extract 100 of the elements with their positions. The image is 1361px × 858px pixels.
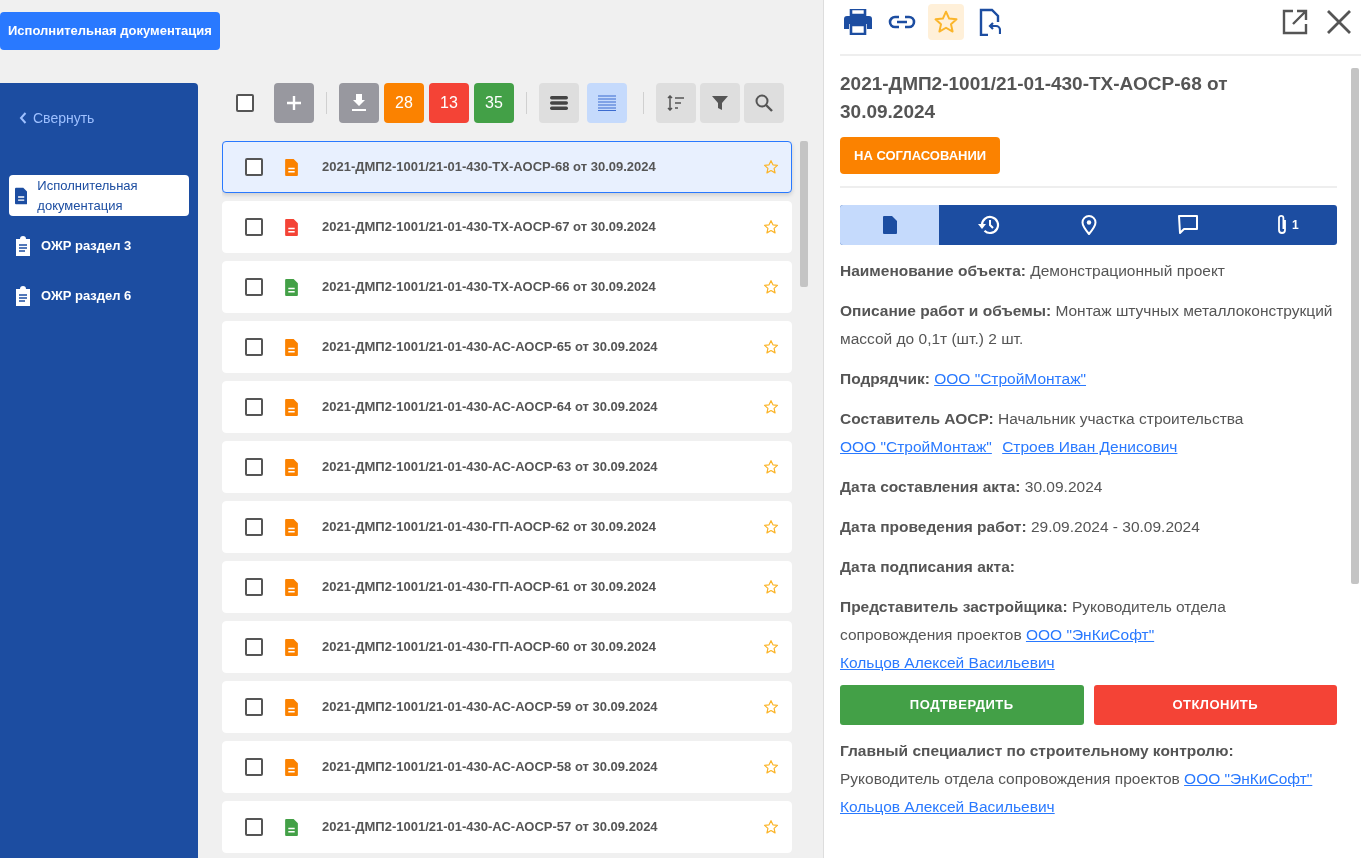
- document-row[interactable]: 2021-ДМП2-1001/21-01-430-ТХ-АОСР-66 от 30.09.2024: [222, 261, 792, 313]
- document-title: 2021-ДМП2-1001/21-01-430-ГП-АОСР-61 от 30.09.2024: [322, 578, 657, 597]
- view-button[interactable]: [539, 83, 579, 123]
- checkbox[interactable]: [245, 578, 263, 596]
- detail-link[interactable]: Строев Иван Денисович: [1002, 438, 1178, 455]
- scrollbar[interactable]: [800, 141, 808, 287]
- paperclip-icon: [1276, 214, 1288, 236]
- download-button[interactable]: [339, 83, 379, 123]
- tab[interactable]: [840, 205, 940, 245]
- checkbox[interactable]: [245, 458, 263, 476]
- document-row[interactable]: 2021-ДМП2-1001/21-01-430-ТХ-АОСР-68 от 30.09.2024: [222, 141, 792, 193]
- star-icon[interactable]: [763, 639, 779, 655]
- document-title: 2021-ДМП2-1001/21-01-430-АС-АОСР-64 от 30.09.2024: [322, 398, 659, 417]
- search-button[interactable]: [744, 83, 784, 123]
- sidebar-item[interactable]: ОЖР раздел 3: [9, 226, 189, 266]
- star-icon[interactable]: [763, 519, 779, 535]
- document-row[interactable]: 2021-ДМП2-1001/21-01-430-ГП-АОСР-62 от 30.09.2024: [222, 501, 792, 553]
- chevron-left-icon: [19, 112, 27, 124]
- checkbox[interactable]: [245, 398, 263, 416]
- checkbox[interactable]: [245, 278, 263, 296]
- reject-button[interactable]: ОТКЛОНИТЬ: [1093, 685, 1337, 725]
- comment-icon: [1177, 215, 1198, 235]
- document-title: 2021-ДМП2-1001/21-01-430-АС-АОСР-57 от 30.09.2024: [322, 818, 659, 837]
- open-external-icon: [1282, 9, 1308, 35]
- list-icon: [598, 95, 616, 111]
- plus-icon: [286, 95, 302, 111]
- document-heading: 2021-ДМП2-1001/21-01-430-ТХ-АОСР-68 от 30.09.2024: [840, 72, 1229, 124]
- sidebar-item[interactable]: ОЖР раздел 6: [9, 276, 189, 316]
- detail-field: Главный специалист по строительному контролю: Руководитель отдела сопровождения проектов ООО "ЭнКиСофт" Кольцов Алексей Васильевич: [840, 737, 1337, 821]
- star-icon[interactable]: [763, 699, 779, 715]
- rows-icon: [550, 96, 568, 110]
- checkbox[interactable]: [245, 758, 263, 776]
- collapse-link[interactable]: Свернуть: [19, 107, 95, 129]
- tab[interactable]: 1: [1237, 205, 1337, 245]
- detail-field: Составитель АОСР: Начальник участка строительства ООО "СтройМонтаж" Строев Иван Денисович: [840, 405, 1337, 461]
- detail-link[interactable]: ООО "СтройМонтаж": [840, 438, 992, 455]
- star-icon: [933, 9, 959, 35]
- star-icon[interactable]: [763, 219, 779, 235]
- detail-field: Подрядчик: ООО "СтройМонтаж": [840, 365, 1337, 393]
- printer-icon: [844, 9, 872, 35]
- document-row[interactable]: 2021-ДМП2-1001/21-01-430-ГП-АОСР-61 от 30.09.2024: [222, 561, 792, 613]
- scrollbar[interactable]: [1351, 68, 1359, 584]
- checkbox[interactable]: [245, 158, 263, 176]
- add-button[interactable]: [274, 83, 314, 123]
- document-arrow-icon: [979, 8, 1001, 36]
- document-row[interactable]: 2021-ДМП2-1001/21-01-430-АС-АОСР-65 от 30.09.2024: [222, 321, 792, 373]
- document-row[interactable]: 2021-ДМП2-1001/21-01-430-АС-АОСР-64 от 30.09.2024: [222, 381, 792, 433]
- select-all-checkbox[interactable]: [236, 94, 254, 112]
- detail-link[interactable]: ООО "СтройМонтаж": [934, 370, 1086, 387]
- checkbox[interactable]: [245, 518, 263, 536]
- star-icon[interactable]: [763, 459, 779, 475]
- star-icon[interactable]: [763, 339, 779, 355]
- status-badge: НА СОГЛАСОВАНИИ: [840, 137, 1001, 174]
- checkbox[interactable]: [245, 338, 263, 356]
- checkbox[interactable]: [245, 638, 263, 656]
- detail-link[interactable]: Кольцов Алексей Васильевич: [840, 798, 1055, 815]
- checkbox[interactable]: [245, 218, 263, 236]
- document-row[interactable]: 2021-ДМП2-1001/21-01-430-ТХ-АОСР-67 от 30.09.2024: [222, 201, 792, 253]
- sort-icon: [667, 95, 685, 111]
- filter-icon: [712, 95, 728, 111]
- counter-button[interactable]: 13: [429, 83, 469, 123]
- document-row[interactable]: 2021-ДМП2-1001/21-01-430-АС-АОСР-63 от 30.09.2024: [222, 441, 792, 493]
- document-title: 2021-ДМП2-1001/21-01-430-ТХ-АОСР-66 от 30.09.2024: [322, 278, 657, 297]
- star-icon[interactable]: [763, 399, 779, 415]
- detail-link[interactable]: Кольцов Алексей Васильевич: [840, 654, 1055, 671]
- star-icon[interactable]: [763, 819, 779, 835]
- download-icon: [351, 94, 367, 112]
- checkbox[interactable]: [245, 698, 263, 716]
- star-icon[interactable]: [763, 279, 779, 295]
- sort-button[interactable]: [656, 83, 696, 123]
- detail-link[interactable]: ООО "ЭнКиСофт": [1025, 626, 1155, 643]
- detail-field: Дата проведения работ: 29.09.2024 - 30.09.2024: [840, 513, 1337, 541]
- document-row[interactable]: 2021-ДМП2-1001/21-01-430-АС-АОСР-59 от 30.09.2024: [222, 681, 792, 733]
- document-title: 2021-ДМП2-1001/21-01-430-АС-АОСР-59 от 30.09.2024: [322, 698, 659, 717]
- document-icon: [15, 185, 28, 206]
- detail-field: Представитель застройщика: Руководитель отдела сопровождения проектов ООО "ЭнКиСофт" Кольцов Алексей Васильевич: [840, 593, 1337, 677]
- document-icon: [882, 216, 897, 234]
- filter-button[interactable]: [700, 83, 740, 123]
- document-title: 2021-ДМП2-1001/21-01-430-АС-АОСР-63 от 30.09.2024: [322, 458, 659, 477]
- star-icon[interactable]: [763, 579, 779, 595]
- document-title: 2021-ДМП2-1001/21-01-430-АС-АОСР-58 от 30.09.2024: [322, 758, 659, 777]
- detail-field: Дата составления акта: 30.09.2024: [840, 473, 1337, 501]
- section-button[interactable]: Исполнительная документация: [0, 12, 220, 50]
- detail-link[interactable]: ООО "ЭнКиСофт": [1184, 770, 1313, 787]
- document-title: 2021-ДМП2-1001/21-01-430-ГП-АОСР-62 от 30.09.2024: [322, 518, 657, 537]
- search-icon: [755, 94, 773, 112]
- document-title: 2021-ДМП2-1001/21-01-430-ТХ-АОСР-67 от 30.09.2024: [322, 218, 657, 237]
- sidebar-item[interactable]: Исполнительная документация: [9, 175, 189, 216]
- document-row[interactable]: 2021-ДМП2-1001/21-01-430-ГП-АОСР-60 от 30.09.2024: [222, 621, 792, 673]
- document-title: 2021-ДМП2-1001/21-01-430-ТХ-АОСР-68 от 30.09.2024: [322, 158, 657, 177]
- document-title: 2021-ДМП2-1001/21-01-430-АС-АОСР-65 от 30.09.2024: [322, 338, 659, 357]
- close-icon: [1326, 9, 1352, 35]
- location-pin-icon: [1080, 215, 1097, 235]
- document-title: 2021-ДМП2-1001/21-01-430-ГП-АОСР-60 от 30.09.2024: [322, 638, 657, 657]
- detail-field: Описание работ и объемы: Монтаж штучных металлоконструкций массой до 0,1т (шт.) 2 шт.: [840, 297, 1337, 353]
- document-row[interactable]: 2021-ДМП2-1001/21-01-430-АС-АОСР-57 от 30.09.2024: [222, 801, 792, 853]
- star-icon[interactable]: [763, 759, 779, 775]
- star-icon[interactable]: [763, 159, 779, 175]
- document-row[interactable]: 2021-ДМП2-1001/21-01-430-АС-АОСР-58 от 30.09.2024: [222, 741, 792, 793]
- checkbox[interactable]: [245, 818, 263, 836]
